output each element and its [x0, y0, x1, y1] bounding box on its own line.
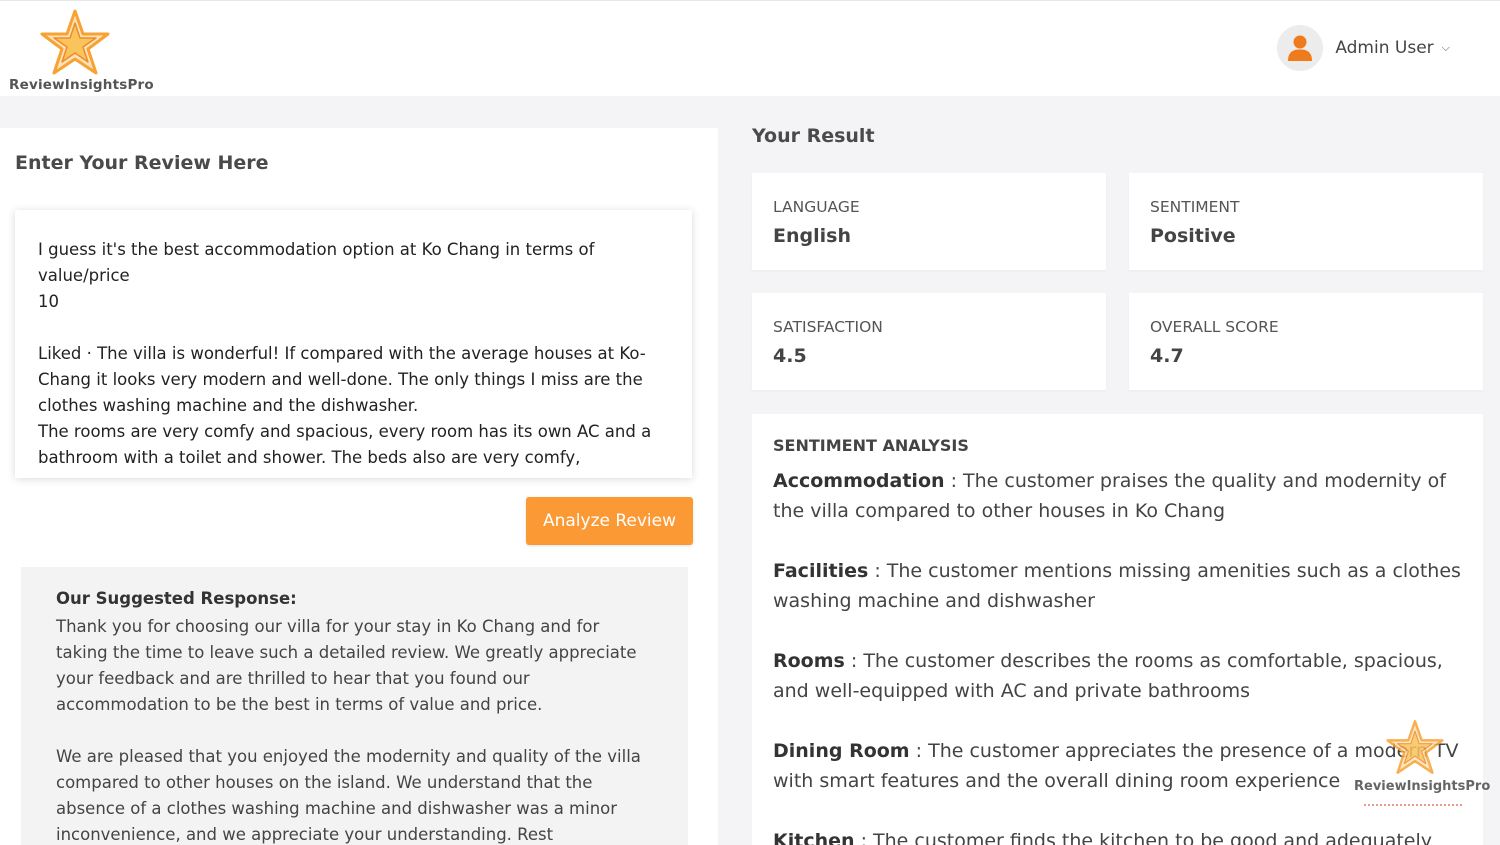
list-item: Accommodation : The customer praises the…	[773, 466, 1463, 526]
analyze-review-button[interactable]: Analyze Review	[526, 497, 693, 545]
language-card: LANGUAGE English	[752, 173, 1106, 270]
overall-score-card: OVERALL SCORE 4.7	[1129, 293, 1483, 390]
language-label: LANGUAGE	[773, 198, 860, 216]
watermark-divider	[1364, 804, 1462, 807]
list-item: Kitchen : The customer finds the kitchen…	[773, 826, 1463, 845]
watermark-logo: ReviewInsightsPro	[1352, 716, 1490, 816]
aspect-category: Dining Room	[773, 740, 910, 762]
user-avatar-icon	[1277, 25, 1324, 71]
aspect-category: Accommodation	[773, 470, 945, 492]
satisfaction-card: SATISFACTION 4.5	[752, 293, 1106, 390]
review-input-panel: Enter Your Review Here I guess it's the …	[0, 128, 718, 845]
result-title: Your Result	[752, 125, 875, 147]
review-text: I guess it's the best accommodation opti…	[38, 240, 652, 467]
aspect-category: Kitchen	[773, 830, 855, 845]
aspect-text: : The customer finds the kitchen to be g…	[854, 830, 1433, 845]
top-bar: ReviewInsightsPro Admin User ⌵	[0, 0, 1500, 96]
list-item: Facilities : The customer mentions missi…	[773, 556, 1463, 616]
user-name: Admin User	[1335, 38, 1434, 58]
suggested-response-box: Our Suggested Response: Thank you for ch…	[21, 567, 688, 845]
aspect-text: : The customer describes the rooms as co…	[773, 650, 1443, 702]
review-panel-title: Enter Your Review Here	[15, 152, 269, 174]
aspect-category: Facilities	[773, 560, 869, 582]
app-logo[interactable]: ReviewInsightsPro	[8, 9, 154, 97]
satisfaction-value: 4.5	[773, 345, 807, 367]
sentiment-card: SENTIMENT Positive	[1129, 173, 1483, 270]
suggested-response-text: Thank you for choosing our villa for you…	[56, 617, 641, 844]
review-textarea[interactable]: I guess it's the best accommodation opti…	[15, 210, 692, 478]
sentiment-analysis-title: SENTIMENT ANALYSIS	[773, 436, 969, 455]
overall-score-label: OVERALL SCORE	[1150, 318, 1279, 336]
satisfaction-label: SATISFACTION	[773, 318, 883, 336]
aspect-text: : The customer mentions missing amenitie…	[773, 560, 1461, 612]
overall-score-value: 4.7	[1150, 345, 1184, 367]
watermark-text: ReviewInsightsPro	[1354, 779, 1491, 794]
star-watermark-icon	[1386, 720, 1444, 774]
user-menu[interactable]: Admin User ⌵	[1277, 25, 1450, 71]
aspect-category: Rooms	[773, 650, 845, 672]
star-logo-icon	[40, 9, 110, 75]
sentiment-value: Positive	[1150, 225, 1236, 247]
sentiment-label: SENTIMENT	[1150, 198, 1240, 216]
chevron-down-icon: ⌵	[1441, 41, 1450, 54]
list-item: Rooms : The customer describes the rooms…	[773, 646, 1463, 706]
logo-text: ReviewInsightsPro	[9, 77, 154, 93]
suggested-response-title: Our Suggested Response:	[56, 589, 297, 608]
language-value: English	[773, 225, 851, 247]
